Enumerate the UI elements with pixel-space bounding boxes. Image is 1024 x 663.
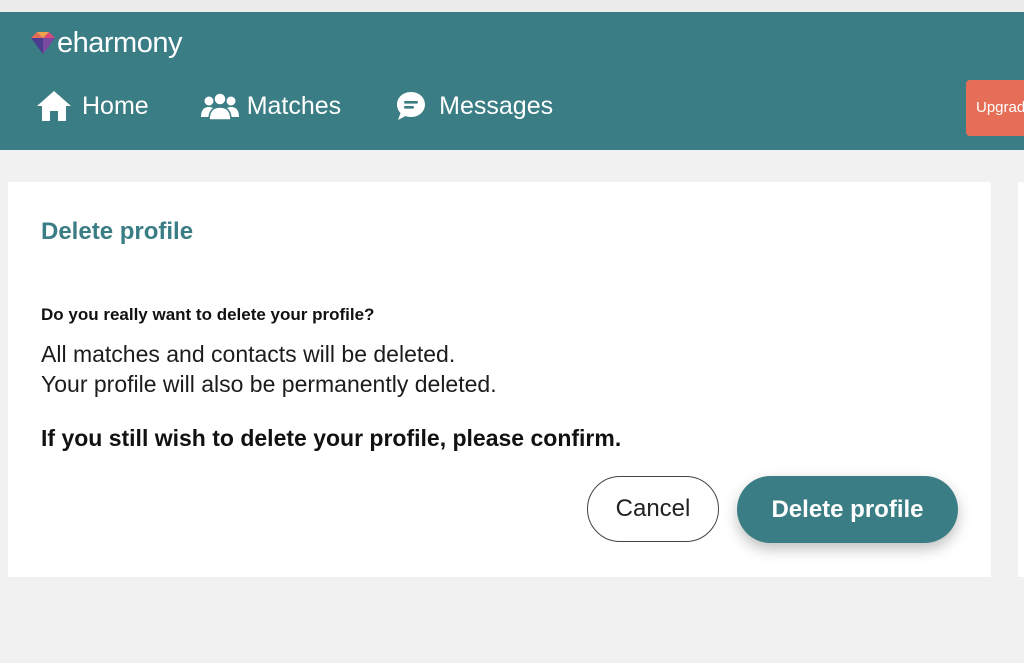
nav-messages[interactable]: Messages: [395, 88, 553, 124]
delete-profile-button[interactable]: Delete profile: [737, 476, 958, 543]
eharmony-heart-icon: [31, 32, 55, 54]
main-nav: Home Matches Messages: [36, 88, 553, 124]
people-icon: [200, 92, 239, 121]
side-panel-edge: [1018, 182, 1024, 577]
cancel-button[interactable]: Cancel: [587, 476, 719, 542]
nav-messages-label: Messages: [439, 92, 554, 120]
nav-matches-label: Matches: [246, 92, 342, 120]
confirmation-question: Do you really want to delete your profil…: [41, 305, 375, 324]
chat-bubble-icon: [397, 92, 426, 120]
upgrade-button[interactable]: Upgrade: [966, 80, 1024, 136]
page-title: Delete profile: [41, 218, 194, 245]
logo-text: eharmony: [57, 27, 182, 59]
app-header: eharmony Home Matches Messages Upgrad: [0, 12, 1024, 150]
confirm-instruction: If you still wish to delete your profile…: [41, 425, 622, 451]
delete-profile-card: Delete profile Do you really want to del…: [8, 182, 991, 577]
nav-matches[interactable]: Matches: [200, 88, 342, 124]
profile-deleted-text: Your profile will also be permanently de…: [41, 371, 497, 397]
eharmony-logo[interactable]: eharmony: [30, 28, 182, 58]
nav-home-label: Home: [82, 92, 149, 120]
matches-deleted-text: All matches and contacts will be deleted…: [41, 341, 456, 367]
home-icon: [37, 91, 71, 121]
top-strip: [0, 0, 1024, 12]
nav-home[interactable]: Home: [36, 88, 149, 124]
